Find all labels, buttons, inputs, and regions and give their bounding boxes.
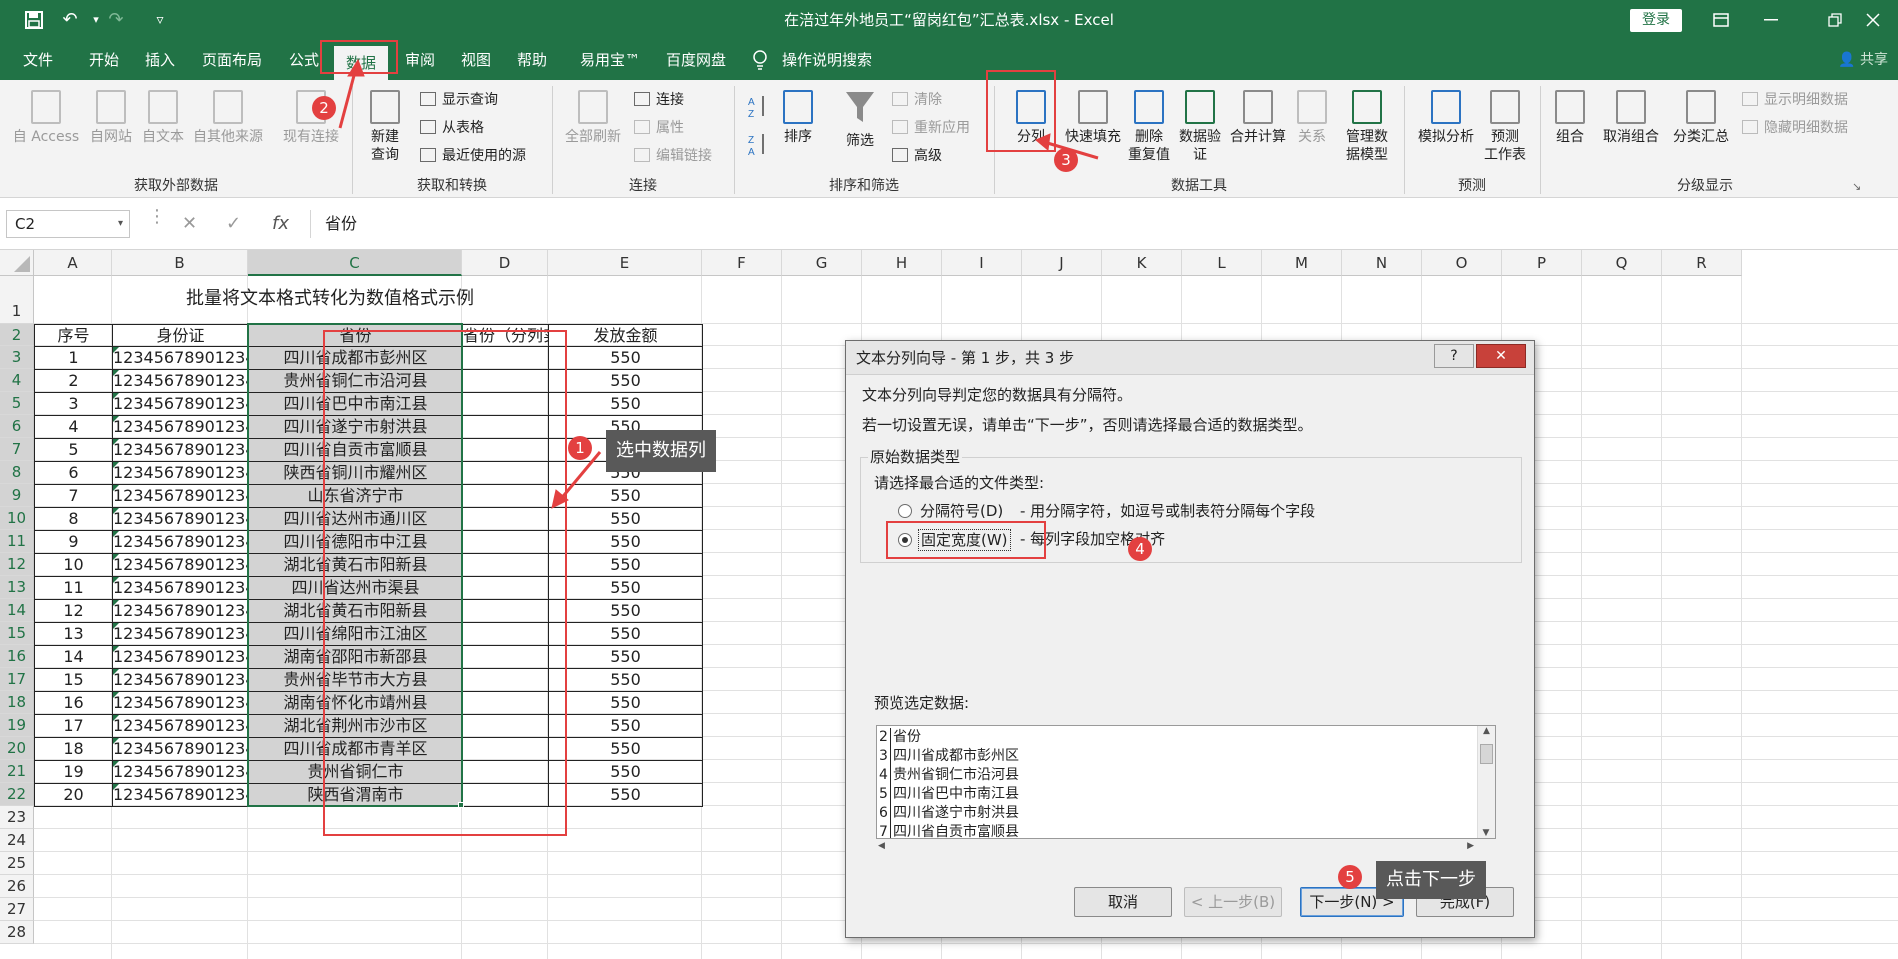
- preview-line: 4 贵州省铜仁市沿河县: [877, 766, 1019, 785]
- preview-line: 6 四川省遂宁市射洪县: [877, 804, 1019, 823]
- preview-line: 7 四川省自贡市富顺县: [877, 823, 1019, 839]
- radio-delimited[interactable]: [898, 504, 912, 518]
- preview-line: 5 四川省巴中市南江县: [877, 785, 1019, 804]
- preview-line-number: 2: [877, 728, 891, 747]
- scroll-down-icon[interactable]: ▼: [1478, 828, 1494, 838]
- annotation-badge-2: 2: [312, 96, 336, 120]
- preview-line-text: 四川省遂宁市射洪县: [893, 805, 1019, 821]
- preview-vscrollbar[interactable]: ▲ ▼: [1477, 726, 1495, 838]
- dialog-description-1: 文本分列向导判定您的数据具有分隔符。: [862, 386, 1133, 404]
- preview-line-text: 四川省巴中市南江县: [893, 786, 1019, 802]
- preview-line-text: 省份: [893, 729, 921, 745]
- scroll-up-icon[interactable]: ▲: [1478, 726, 1495, 736]
- preview-line-number: 5: [877, 785, 891, 804]
- cancel-button[interactable]: 取消: [1074, 887, 1172, 917]
- radio-delimited-label[interactable]: 分隔符号(D): [920, 501, 1003, 521]
- preview-line-text: 四川省自贡市富顺县: [893, 824, 1019, 839]
- annotation-badge-3: 3: [1054, 148, 1078, 172]
- data-preview[interactable]: 2 省份 3 四川省成都市彭州区 4 贵州省铜仁市沿河县 5 四川省巴中市南江县 6 四川省遂宁市…: [876, 725, 1496, 839]
- preview-line-number: 4: [877, 766, 891, 785]
- dialog-description-2: 若一切设置无误，请单击“下一步”，否则请选择最合适的数据类型。: [862, 416, 1313, 434]
- preview-line-number: 3: [877, 747, 891, 766]
- file-type-prompt: 请选择最合适的文件类型:: [874, 474, 1045, 492]
- annotation-box-fixed-width: [886, 521, 1046, 559]
- help-icon[interactable]: ?: [1434, 344, 1474, 368]
- preview-line-text: 贵州省铜仁市沿河县: [893, 767, 1019, 783]
- scroll-right-icon[interactable]: ▶: [1467, 841, 1474, 851]
- dialog-title: 文本分列向导 - 第 1 步，共 3 步: [846, 341, 1534, 375]
- annotation-badge-5: 5: [1338, 865, 1362, 889]
- arrow-1: [551, 451, 602, 509]
- group-title: 原始数据类型: [868, 447, 963, 467]
- preview-line-number: 6: [877, 804, 891, 823]
- text-import-wizard-dialog: 文本分列向导 - 第 1 步，共 3 步 ? ✕ 文本分列向导判定您的数据具有分…: [845, 340, 1535, 938]
- preview-hscrollbar[interactable]: ◀ ▶: [876, 841, 1496, 857]
- annotation-box-data-tab: [320, 40, 398, 74]
- preview-line-text: 四川省成都市彭州区: [893, 748, 1019, 764]
- annotation-badge-4: 4: [1128, 537, 1152, 561]
- dialog-close-icon[interactable]: ✕: [1476, 344, 1526, 368]
- preview-line-number: 7: [877, 823, 891, 838]
- annotation-box-text-to-columns: [986, 70, 1056, 152]
- preview-line: 2 省份: [877, 728, 921, 747]
- annotation-tip-click-next: 点击下一步: [1376, 861, 1486, 899]
- scroll-thumb[interactable]: [1480, 744, 1493, 764]
- preview-line: 3 四川省成都市彭州区: [877, 747, 1019, 766]
- scroll-left-icon[interactable]: ◀: [878, 841, 885, 851]
- preview-label: 预览选定数据:: [874, 694, 970, 712]
- back-button: < 上一步(B): [1184, 887, 1282, 917]
- radio-delimited-desc: - 用分隔字符，如逗号或制表符分隔每个字段: [1020, 502, 1316, 520]
